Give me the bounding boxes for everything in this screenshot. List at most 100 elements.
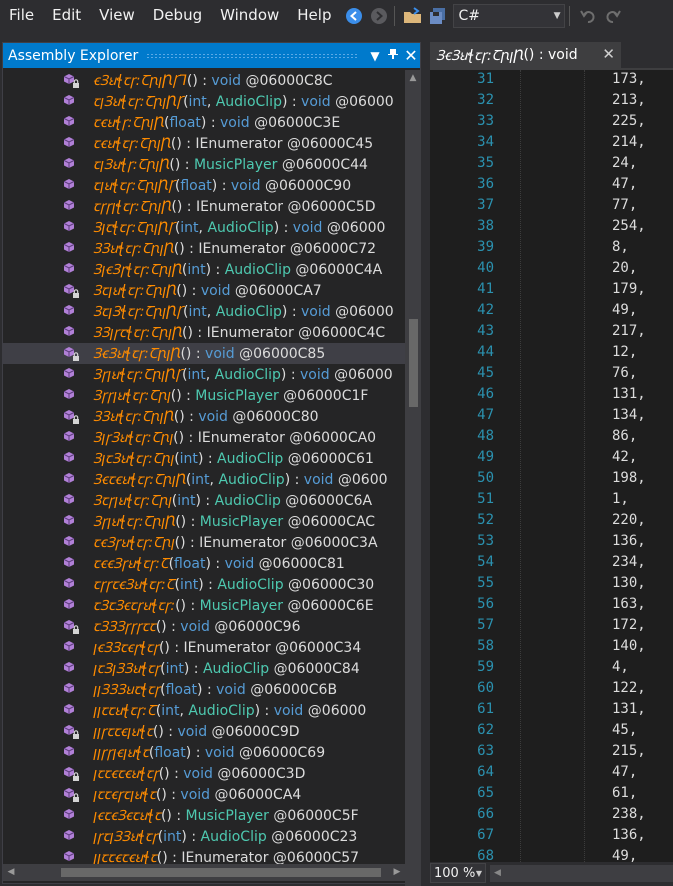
tree-row-method[interactable]: ꞁꞇꞇꞓꞅꞇꞁꞟꞎꞇ() : void @06000CA4: [3, 784, 405, 805]
tree-row-method[interactable]: ꞇꞓꞫꞅꞟꞎꞇꞅ꞉Ꞇꞃꞁ() : IEnumerator @06000C3A: [3, 532, 405, 553]
tree-row-method[interactable]: ꞫꞇꞁꞫꞎꞇꞅ꞉ꞆꞃꞁꞂꞄ(int, AudioClip) : void @06…: [3, 301, 405, 322]
menu-window[interactable]: Window: [211, 0, 288, 32]
horizontal-scrollbar[interactable]: ◀ ▶: [3, 864, 405, 881]
editor-horizontal-scrollbar[interactable]: ◀: [490, 865, 673, 882]
separator: :: [206, 115, 221, 131]
method-signature: ꞇꞓꞓꞫꞅꞟꞎꞇꞅ꞉Ꞇ(float) : void @06000C81: [93, 554, 345, 573]
tree-row-method[interactable]: ꞁꞁꞅꞅꞁꞓꞁꞟꞎꞇ(float) : void @06000C69: [3, 742, 405, 763]
zoom-select[interactable]: 100 % ▼: [430, 863, 486, 883]
scroll-left-icon[interactable]: ◀: [3, 864, 19, 881]
tree-row-method[interactable]: ꞇꞅꞅꞁꞎꞇꞅ꞉ꞆꞃꞁꞂ() : IEnumerator @06000C5D: [3, 196, 405, 217]
language-value: C#: [458, 8, 480, 24]
tree-row-method[interactable]: Ɜꞇꞁꞟꞎꞇꞅ꞉ꞆꞃꞁꞂ() : void @06000CA7: [3, 280, 405, 301]
scroll-right-icon[interactable]: ▶: [389, 864, 405, 881]
editor-status-bar: 100 % ▼ ◀: [430, 862, 673, 884]
code-editor[interactable]: 31 173, 32 213, 33 225, 34 214, 35 24, 36 47, 37 77, 3…: [430, 70, 673, 862]
tree-row-method[interactable]: ꞫꞫꞟꞎꞇꞅ꞉ꞆꞃꞁꞂ() : void @06000C80: [3, 406, 405, 427]
metadata-token: @06000C1F: [283, 388, 369, 404]
tree-row-method[interactable]: Ɜꞇꞅꞁꞟꞎꞇꞅ꞉Ꞇꞃꞁ(int) : AudioClip @06000C6A: [3, 490, 405, 511]
close-tab-icon[interactable]: ✕: [602, 45, 615, 63]
code-line: 35 24,: [430, 154, 673, 175]
tree-row-method[interactable]: Ɜꞅꞁꞟꞎꞇꞅ꞉ꞆꞃꞁꞂ() : MusicPlayer @06000CAC: [3, 511, 405, 532]
open-button[interactable]: [402, 5, 424, 27]
tree-row-method[interactable]: Ɜꞅꞁꞟꞎꞇꞅ꞉ꞆꞃꞁꞂꞄ(int, AudioClip) : void @06…: [3, 364, 405, 385]
separator: :: [184, 409, 199, 425]
tree-row-method[interactable]: ꞁꞓꞫꞫꞇꞓꞅꞎꞇꞅ() : IEnumerator @06000C34: [3, 637, 405, 658]
tree-row-method[interactable]: ꞫꞁꞅꞫꞟꞎꞇꞅ꞉Ꞇꞃꞁ() : IEnumerator @06000CA0: [3, 427, 405, 448]
forward-button[interactable]: [368, 5, 390, 27]
menu-view[interactable]: View: [90, 0, 144, 32]
tree-row-method[interactable]: ꞇꞓꞓꞫꞅꞟꞎꞇꞅ꞉Ꞇ(float) : void @06000C81: [3, 553, 405, 574]
method-params: (int): [174, 577, 204, 593]
byte-value: 172,: [612, 617, 646, 633]
undo-button[interactable]: [577, 5, 599, 27]
tree-row-method[interactable]: ꞇꞁꞫꞟꞎꞅ꞉ꞆꞃꞁꞂ() : MusicPlayer @06000C44: [3, 154, 405, 175]
method-name: ꞫꞁꞅꞫꞟꞎꞇꞅ꞉Ꞇꞃꞁ: [93, 430, 174, 446]
back-button[interactable]: [343, 5, 365, 27]
method-icon: [63, 703, 80, 719]
method-icon: [63, 136, 80, 152]
tree-row-method[interactable]: ꞫꞫꞁꞅꞇꞎꞇꞅ꞉ꞆꞃꞁꞂ() : IEnumerator @06000C4C: [3, 322, 405, 343]
tree-row-method[interactable]: ꞁꞇꞇꞓꞇꞓꞟꞎꞇꞅ() : void @06000C3D: [3, 763, 405, 784]
tree-row-method[interactable]: ꞫꞁꞇꞫꞟꞎꞇꞅ꞉Ꞇꞃꞁ(int) : AudioClip @06000C61: [3, 448, 405, 469]
redo-button[interactable]: [602, 5, 624, 27]
tree-row-method[interactable]: Ɜꞅꞅꞁꞟꞎꞇꞅ꞉Ꞇꞃꞁ() : MusicPlayer @06000C1F: [3, 385, 405, 406]
method-params: (int, AudioClip): [183, 94, 288, 110]
tree-row-method[interactable]: Ɜꞓꞇꞓꞟꞎꞇꞅ꞉ꞆꞃꞁꞂ(int, AudioClip) : void @06…: [3, 469, 405, 490]
line-number: 43: [477, 323, 494, 339]
method-icon: [63, 661, 80, 677]
byte-value: 136,: [612, 533, 646, 549]
line-number: 32: [477, 92, 494, 108]
tree-row-method[interactable]: ꞁꞅꞇꞁꞫꞫꞟꞎꞇꞅ(int) : AudioClip @06000C23: [3, 826, 405, 847]
panel-menu-icon[interactable]: ▼: [366, 49, 384, 63]
line-number: 42: [477, 302, 494, 318]
tree-row-method[interactable]: ꞫꞓꞫꞟꞎꞇꞅ꞉ꞆꞃꞁꞂ() : void @06000C85: [3, 343, 405, 364]
editor-tab[interactable]: ꞫꞓꞫꞟꞎꞇꞅ꞉ꞆꞃꞁꞂ () : void ✕: [430, 42, 621, 68]
metadata-token: @06000C23: [271, 829, 358, 845]
scroll-thumb[interactable]: [409, 319, 418, 407]
byte-value: 49,: [612, 848, 638, 862]
tree-row-method[interactable]: ꞇꞫꞇꞫꞓꞇꞅꞟꞎꞇꞅ꞉() : MusicPlayer @06000C6E: [3, 595, 405, 616]
tree-row-method[interactable]: ꞁꞁꞅꞇꞇꞓꞁꞟꞎꞇ() : void @06000C9D: [3, 721, 405, 742]
metadata-token: @06000C72: [289, 241, 377, 257]
save-button[interactable]: [427, 5, 449, 27]
tree-row-method[interactable]: ꞇꞅꞅꞇꞓꞫꞟꞎꞇꞅ꞉Ꞇ(int) : AudioClip @06000C30: [3, 574, 405, 595]
tree-row-method[interactable]: ꞇꞫꞫꞫꞅꞅꞅꞇꞇ() : void @06000C96: [3, 616, 405, 637]
method-name: ꞇꞫꞇꞫꞓꞇꞅꞟꞎꞇꞅ꞉: [93, 598, 176, 614]
scroll-thumb[interactable]: [61, 868, 381, 877]
method-signature: ꞁꞇꞇꞓꞇꞓꞟꞎꞇꞅ() : void @06000C3D: [93, 764, 305, 783]
pin-icon[interactable]: [384, 48, 402, 63]
method-signature: ꞇꞁꞟꞎꞇꞅ꞉ꞆꞃꞁꞂꞄ(float) : void @06000C90: [93, 176, 351, 195]
line-number: 37: [477, 197, 494, 213]
tree-row-method[interactable]: ꞇꞓꞟꞎꞅ꞉ꞆꞃꞁꞂ(float) : void @06000C3E: [3, 112, 405, 133]
tree-row-method[interactable]: ꞁꞓꞇꞓꞫꞓꞇꞟꞎꞇ() : MusicPlayer @06000C5F: [3, 805, 405, 826]
vertical-scrollbar[interactable]: ▲ ▼: [405, 70, 421, 886]
tree-row-method[interactable]: Ɜꞁꞇꞎꞇꞅ꞉ꞆꞃꞁꞂꞄ(int, AudioClip) : void @060…: [3, 217, 405, 238]
menu-edit[interactable]: Edit: [43, 0, 90, 32]
method-params: (int, AudioClip): [174, 220, 280, 236]
menu-file[interactable]: File: [0, 0, 43, 32]
method-signature: ꞇꞫꞫꞫꞅꞅꞅꞇꞇ() : void @06000C96: [93, 617, 301, 636]
tree-row-method[interactable]: ꞇꞓꞟꞎꞇꞅ꞉ꞆꞃꞁꞂ() : IEnumerator @06000C45: [3, 133, 405, 154]
method-signature: ꞇꞓꞟꞎꞅ꞉ꞆꞃꞁꞂ(float) : void @06000C3E: [93, 113, 340, 132]
menu-debug[interactable]: Debug: [144, 0, 211, 32]
tree-row-method[interactable]: ꞫꞫꞟꞎꞇꞅ꞉ꞆꞃꞁꞂ() : IEnumerator @06000C72: [3, 238, 405, 259]
close-icon[interactable]: ✕: [402, 46, 420, 65]
tree-row-method[interactable]: ꞇꞁꞟꞎꞇꞅ꞉ꞆꞃꞁꞂꞄ(float) : void @06000C90: [3, 175, 405, 196]
tree-row-method[interactable]: ꞁꞁꞫꞫꞫꞟꞇꞎꞇꞅ(float) : void @06000C6B: [3, 679, 405, 700]
drag-grip[interactable]: [146, 52, 358, 59]
method-params: (int): [171, 493, 201, 509]
scroll-left-icon[interactable]: ◀: [494, 865, 501, 882]
metadata-token: @06000CAC: [287, 514, 376, 530]
method-params: (int, AudioClip): [183, 304, 288, 320]
tree-row-method[interactable]: ꞇꞁꞫꞟꞎꞇꞅ꞉ꞆꞃꞁꞂꞄ(int, AudioClip) : void @06…: [3, 91, 405, 112]
return-type: MusicPlayer: [193, 157, 278, 173]
tree-row-method[interactable]: ꞫꞁꞓꞫꞅꞎꞇꞅ꞉ꞆꞃꞁꞂ(int) : AudioClip @06000C4A: [3, 259, 405, 280]
tree-row-method[interactable]: ꞓꞫꞟꞎꞇꞅ꞉ꞆꞃꞁꞂꞄꞀ() : void @06000C8C: [3, 70, 405, 91]
language-select[interactable]: C# ▼: [453, 4, 566, 28]
menu-help[interactable]: Help: [288, 0, 340, 32]
byte-value: 4,: [612, 659, 629, 675]
tree-row-method[interactable]: ꞁꞇꞫꞁꞫꞫꞟꞎꞇꞅ(int) : AudioClip @06000C84: [3, 658, 405, 679]
scroll-up-icon[interactable]: ▲: [405, 70, 421, 86]
tree-row-method[interactable]: ꞁꞁꞇꞇꞟꞎꞇꞅ꞉Ꞇ(int, AudioClip) : void @06000: [3, 700, 405, 721]
